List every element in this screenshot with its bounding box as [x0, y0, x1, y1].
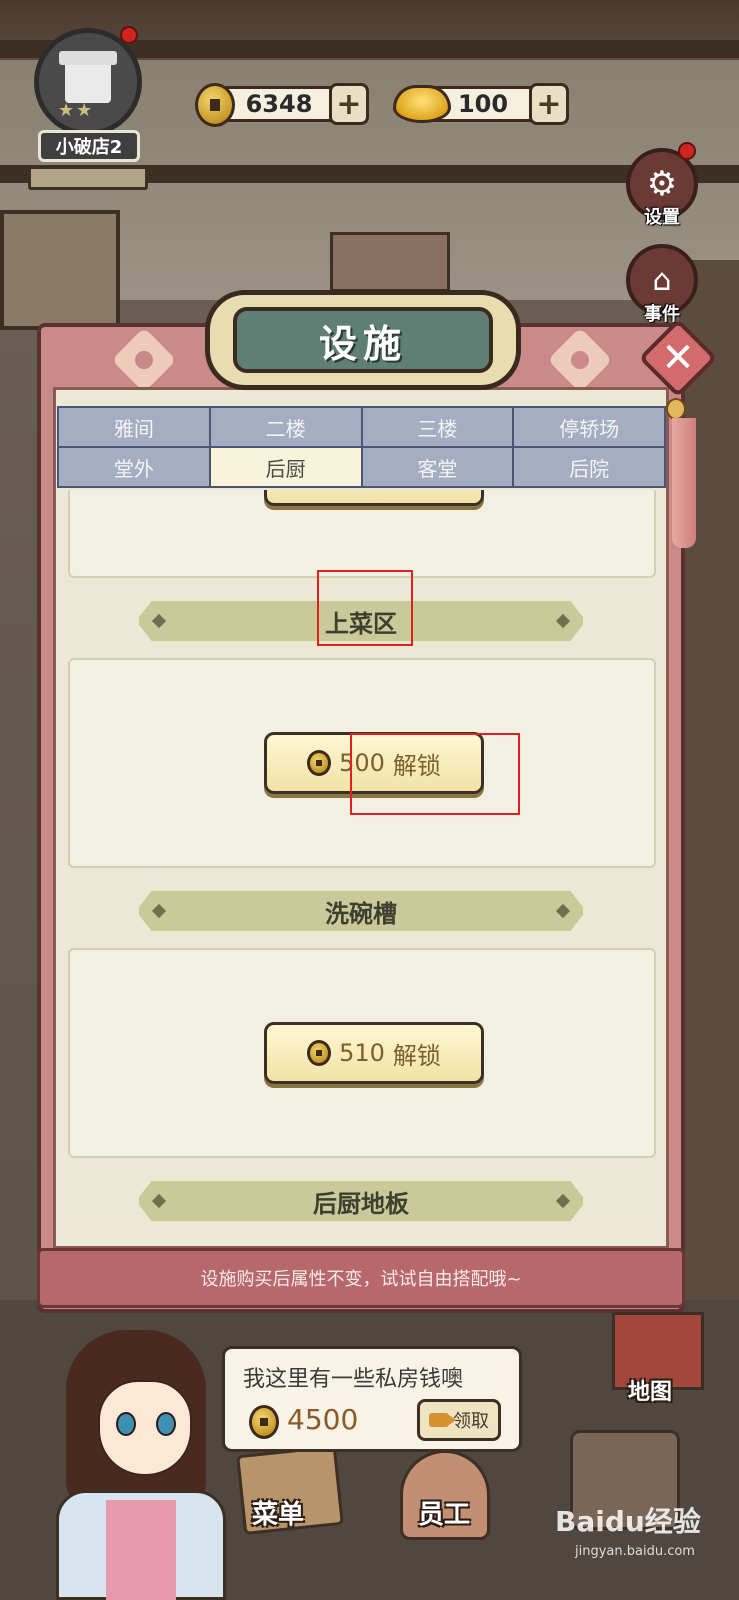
copper-coin-icon — [249, 1405, 279, 1439]
character-face — [98, 1380, 192, 1476]
highlight-box — [317, 570, 413, 646]
claim-label: 领取 — [453, 1411, 489, 1432]
settings-label: 设置 — [644, 207, 680, 228]
notification-dot — [120, 26, 138, 44]
section-header-sink: 洗碗槽 — [136, 888, 586, 934]
shop-name: 小破店2 — [38, 130, 140, 162]
settings-notification-dot — [678, 142, 696, 160]
facility-card-sink: 510 解锁 — [68, 948, 656, 1158]
copper-coin-icon — [307, 750, 332, 776]
watermark: Baidu经验 jingyan.baidu.com — [555, 1500, 735, 1560]
speech-amount: 4500 — [287, 1403, 359, 1436]
facility-card — [68, 490, 656, 578]
menu-button[interactable]: 菜单 — [252, 1494, 304, 1531]
tab-guest-hall[interactable]: 客堂 — [362, 448, 513, 486]
close-icon: ✕ — [661, 335, 695, 381]
add-ingots-button[interactable]: + — [529, 83, 569, 125]
lantern-rack — [330, 232, 450, 292]
tab-backyard[interactable]: 后院 — [514, 448, 664, 486]
gold-ingot-counter: 100 + — [393, 83, 569, 125]
shop-stars: ★★ — [58, 100, 95, 121]
shop-house-icon — [59, 51, 117, 103]
watermark-brand: Baidu经验 — [555, 1505, 701, 1538]
tab-sedan-parking[interactable]: 停轿场 — [514, 408, 664, 446]
diamond-icon — [555, 1193, 571, 1209]
copper-coin-icon — [307, 1040, 332, 1066]
section-header-kitchen-floor: 后厨地板 — [136, 1178, 586, 1224]
panel-title: 设施 — [233, 307, 493, 373]
shop-badge[interactable]: ★★ 小破店2 — [28, 26, 148, 190]
diamond-icon — [555, 903, 571, 919]
speech-text: 我这里有一些私房钱噢 — [243, 1367, 464, 1392]
diamond-icon — [555, 613, 571, 629]
speech-bubble: 我这里有一些私房钱噢 4500 领取 — [222, 1346, 522, 1452]
tab-private-room[interactable]: 雅间 — [59, 408, 209, 446]
add-coins-button[interactable]: + — [329, 83, 369, 125]
diamond-icon — [151, 903, 167, 919]
flower-ornament — [547, 327, 613, 393]
highlight-box — [350, 733, 520, 815]
diamond-icon — [151, 613, 167, 629]
claim-button[interactable]: 领取 — [417, 1399, 501, 1441]
copper-coin-icon — [195, 83, 235, 127]
unlock-label: 解锁 — [392, 1041, 441, 1070]
diamond-icon — [151, 1193, 167, 1209]
gold-ingot-value: 100 — [457, 90, 509, 118]
tassel — [672, 418, 696, 548]
tab-second-floor[interactable]: 二楼 — [210, 408, 361, 446]
unlock-sink-button[interactable]: 510 解锁 — [264, 1022, 484, 1084]
window-lattice — [0, 210, 120, 330]
flower-ornament — [111, 327, 177, 393]
facility-tip: 设施购买后属性不变，试试自由搭配哦~ — [37, 1248, 685, 1308]
character-eye — [116, 1412, 136, 1436]
house-icon: ⌂ — [652, 262, 672, 298]
video-camera-icon — [429, 1413, 456, 1427]
facility-tabs: 雅间 二楼 三楼 停轿场 堂外 后厨 客堂 后院 — [57, 406, 666, 488]
gear-icon: ⚙ — [646, 164, 678, 204]
unlock-button-partial[interactable] — [264, 490, 484, 506]
unlock-cost: 510 — [339, 1039, 385, 1067]
shop-progress-bar — [28, 166, 148, 190]
panel-title-plaque: 设施 — [205, 290, 521, 390]
map-button[interactable]: 地图 — [628, 1374, 672, 1406]
tassel-bead — [666, 398, 686, 420]
shopkeeper-character[interactable] — [36, 1320, 236, 1600]
character-eye — [156, 1412, 176, 1436]
tab-kitchen[interactable]: 后厨 — [210, 448, 361, 486]
watermark-url: jingyan.baidu.com — [575, 1544, 695, 1559]
tab-outside[interactable]: 堂外 — [59, 448, 209, 486]
copper-coin-value: 6348 — [245, 90, 313, 118]
character-sash — [106, 1500, 176, 1600]
copper-coin-counter: 6348 + — [195, 83, 369, 127]
tab-third-floor[interactable]: 三楼 — [362, 408, 513, 446]
staff-button[interactable]: 员工 — [418, 1494, 470, 1531]
